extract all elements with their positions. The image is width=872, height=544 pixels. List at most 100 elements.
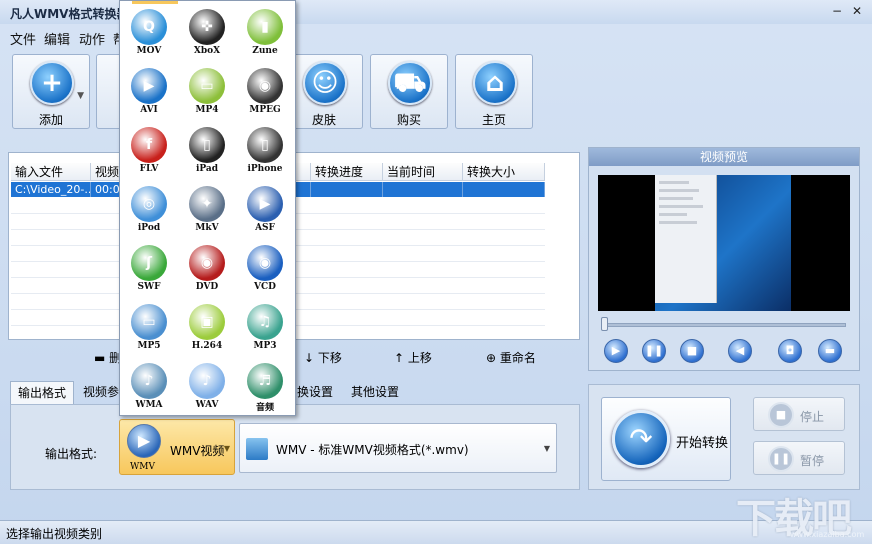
play-button[interactable]: ▶ [604, 339, 628, 363]
format-icon: f [131, 127, 167, 163]
col-convert-size[interactable]: 转换大小 [463, 163, 545, 181]
format-option-label: AVI [140, 105, 158, 115]
preview-screen [598, 175, 850, 311]
format-option-mp3[interactable]: ♫ MP3 [236, 296, 294, 355]
window-title: 凡人WMV格式转换器 [10, 7, 129, 21]
format-option-label: MkV [195, 223, 219, 233]
snapshot-button[interactable]: ◘ [778, 339, 802, 363]
open-folder-button[interactable]: ▬ [818, 339, 842, 363]
format-option--[interactable]: ♬ 音频 [236, 355, 294, 414]
volume-button[interactable]: ◀ [728, 339, 752, 363]
format-option-label: FLV [139, 164, 159, 174]
preview-frame [655, 175, 791, 311]
col-input-file[interactable]: 输入文件 [11, 163, 91, 181]
format-icon: ▯ [189, 127, 225, 163]
format-option-zune[interactable]: ▮ Zune [236, 1, 294, 60]
format-icon: ♪ [189, 363, 225, 399]
move-down-label: 下移 [317, 351, 342, 365]
output-format-label: 输出格式: [45, 447, 98, 461]
tab-other-settings[interactable]: 其他设置 [344, 381, 406, 405]
format-option-mkv[interactable]: ✦ MkV [178, 178, 236, 237]
format-icon: ◉ [247, 245, 283, 281]
minimize-button[interactable]: − [830, 4, 844, 18]
delete-button[interactable]: ▬ 删 [94, 349, 121, 366]
menu-edit[interactable]: 编辑 [44, 29, 70, 48]
start-convert-button[interactable]: ↷ 开始转换 [601, 397, 731, 481]
format-icon: ◎ [131, 186, 167, 222]
app-window: 凡人WMV格式转换器 − ✕ 文件 编辑 动作 帮 + ▼ 添加 ☺ 皮肤 ⛟ … [0, 0, 872, 544]
format-option-mov[interactable]: Q MOV [120, 1, 178, 60]
format-icon: ◉ [247, 68, 283, 104]
format-icon: ✜ [189, 9, 225, 45]
format-option-mp5[interactable]: ▭ MP5 [120, 296, 178, 355]
format-category-button[interactable]: ▶ WMV WMV视频 ▼ [119, 419, 235, 475]
format-option-label: XboX [193, 46, 221, 56]
menu-file[interactable]: 文件 [10, 29, 36, 48]
format-option-label: 音频 [255, 403, 274, 413]
format-option-ipad[interactable]: ▯ iPad [178, 119, 236, 178]
format-option-wma[interactable]: ♪ WMA [120, 355, 178, 414]
format-option-label: MP3 [253, 341, 277, 351]
format-icon: ▭ [189, 68, 225, 104]
format-option-asf[interactable]: ▶ ASF [236, 178, 294, 237]
col-current-time[interactable]: 当前时间 [383, 163, 463, 181]
col-progress[interactable]: 转换进度 [311, 163, 383, 181]
home-button[interactable]: ⌂ 主页 [455, 54, 533, 129]
format-option-h-264[interactable]: ▣ H.264 [178, 296, 236, 355]
format-option-vcd[interactable]: ◉ VCD [236, 237, 294, 296]
format-option-avi[interactable]: ▶ AVI [120, 60, 178, 119]
format-option-label: VCD [254, 282, 276, 292]
format-icon-label: WMV [130, 462, 155, 472]
stop-button[interactable]: ■ [680, 339, 704, 363]
close-button[interactable]: ✕ [850, 4, 864, 18]
move-up-button[interactable]: ↑ 上移 [394, 349, 432, 366]
convert-panel: ↷ 开始转换 ■ 停止 ❚❚ 暂停 [588, 384, 860, 490]
skin-button[interactable]: ☺ 皮肤 [285, 54, 363, 129]
format-icon: ▶ [247, 186, 283, 222]
rename-button[interactable]: ⊕ 重命名 [486, 349, 536, 366]
format-option-label: Zune [252, 46, 278, 56]
video-box-icon [246, 438, 268, 460]
move-down-button[interactable]: ↓ 下移 [304, 349, 342, 366]
format-option-mp4[interactable]: ▭ MP4 [178, 60, 236, 119]
format-option-xbox[interactable]: ✜ XboX [178, 1, 236, 60]
format-option-label: MOV [136, 46, 162, 56]
format-option-label: iPad [195, 164, 219, 174]
home-label: 主页 [481, 113, 506, 127]
format-option-dvd[interactable]: ◉ DVD [178, 237, 236, 296]
pause-convert-label: 暂停 [800, 454, 825, 468]
dropdown-arrow-icon[interactable]: ▼ [77, 91, 84, 101]
format-option-flv[interactable]: f FLV [120, 119, 178, 178]
smiley-icon: ☺ [303, 61, 347, 105]
tab-convert-settings[interactable]: 换设置 [290, 381, 340, 405]
cell-progress [311, 182, 383, 197]
buy-button[interactable]: ⛟ 购买 [370, 54, 448, 129]
format-option-wav[interactable]: ♪ WAV [178, 355, 236, 414]
seek-bar[interactable] [604, 323, 846, 327]
format-option-label: ASF [255, 223, 275, 233]
format-select[interactable]: WMV - 标准WMV视频格式(*.wmv) ▼ [239, 423, 557, 473]
add-button[interactable]: + ▼ 添加 [12, 54, 90, 129]
format-option-swf[interactable]: ʃ SWF [120, 237, 178, 296]
format-icon: ♫ [247, 304, 283, 340]
seek-thumb[interactable] [601, 317, 608, 331]
format-option-ipod[interactable]: ◎ iPod [120, 178, 178, 237]
stop-convert-button[interactable]: ■ 停止 [753, 397, 845, 431]
preview-window [655, 175, 717, 303]
format-icon: ✦ [189, 186, 225, 222]
menu-action[interactable]: 动作 [79, 29, 105, 48]
buy-label: 购买 [396, 113, 421, 127]
plus-icon: + [30, 61, 74, 105]
format-category-label: WMV视频 [170, 444, 225, 458]
format-option-iphone[interactable]: ▯ iPhone [236, 119, 294, 178]
pause-button[interactable]: ❚❚ [642, 339, 666, 363]
output-format-panel: 输出格式: ▶ WMV WMV视频 ▼ WMV - 标准WMV视频格式(*.wm… [10, 404, 580, 490]
play-icon: ▶ [611, 344, 621, 357]
stop-convert-label: 停止 [800, 410, 825, 424]
format-option-mpeg[interactable]: ◉ MPEG [236, 60, 294, 119]
speaker-icon: ◀ [735, 344, 745, 357]
skin-label: 皮肤 [311, 113, 336, 127]
tab-output-format[interactable]: 输出格式 [10, 381, 75, 405]
pause-convert-button[interactable]: ❚❚ 暂停 [753, 441, 845, 475]
stop-icon: ■ [768, 402, 794, 428]
